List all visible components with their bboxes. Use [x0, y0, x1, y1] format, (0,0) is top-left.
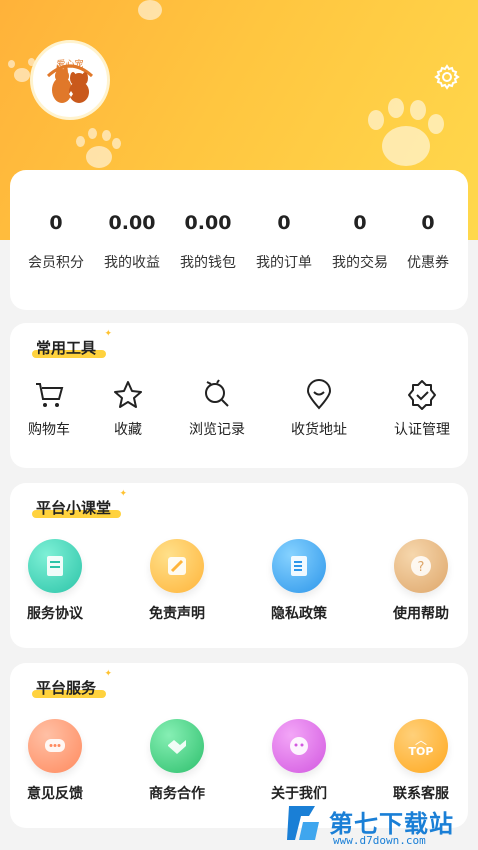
chevron-up-icon: ︿	[414, 732, 427, 747]
sparkle-icon: ✦	[104, 329, 113, 339]
tool-favorites[interactable]: 收藏	[83, 379, 173, 439]
tile-disclaimer[interactable]: 免责声明	[132, 539, 222, 623]
tool-label: 购物车	[28, 422, 70, 438]
top-button[interactable]: ︿ TOP	[394, 719, 448, 773]
stat-label: 优惠券	[407, 255, 449, 271]
privacy-icon	[272, 539, 326, 593]
tile-label: 服务协议	[27, 606, 83, 622]
help-icon: ?	[394, 539, 448, 593]
tile-label: 商务合作	[149, 786, 205, 802]
gear-icon[interactable]	[434, 64, 460, 90]
tile-feedback[interactable]: 意见反馈	[10, 719, 100, 803]
support-icon: ︿ TOP	[394, 719, 448, 773]
stat-label: 我的交易	[332, 255, 388, 271]
about-icon	[272, 719, 326, 773]
sparkle-icon: ✦	[119, 489, 128, 499]
site-watermark: 第七下载站 www.d7down.com	[285, 800, 478, 850]
stat-label: 我的订单	[256, 255, 312, 271]
stat-value: 0.00	[108, 212, 156, 234]
location-icon	[306, 379, 332, 410]
stat-my-orders[interactable]: 0 我的订单	[246, 170, 322, 280]
sparkle-icon: ✦	[104, 669, 113, 679]
top-button-label: TOP	[408, 744, 434, 758]
cart-icon	[36, 383, 64, 407]
stat-value: 0.00	[184, 212, 232, 234]
classroom-card: 平台小课堂 ✦ 服务协议 免责声明 隐私政策 ? 使用帮助	[10, 483, 468, 648]
tile-help[interactable]: ? 使用帮助	[376, 539, 466, 623]
stat-label: 会员积分	[28, 255, 84, 271]
tool-label: 认证管理	[394, 422, 450, 438]
paw-decoration-icon	[128, 0, 174, 24]
tool-label: 浏览记录	[189, 422, 245, 438]
stat-my-earnings[interactable]: 0.00 我的收益	[94, 170, 170, 280]
tool-history[interactable]: 浏览记录	[172, 379, 262, 439]
watermark-url: www.d7down.com	[333, 834, 426, 847]
avatar-brand-text: 爱心宠	[56, 60, 84, 70]
tile-about-us[interactable]: 关于我们	[254, 719, 344, 803]
feedback-icon	[28, 719, 82, 773]
tool-label: 收藏	[114, 422, 142, 438]
star-icon	[114, 381, 142, 408]
tool-verification[interactable]: 认证管理	[377, 379, 467, 439]
avatar[interactable]: 爱心宠	[30, 40, 110, 120]
tile-label: 免责声明	[149, 606, 205, 622]
tool-cart[interactable]: 购物车	[4, 379, 94, 439]
document-icon	[28, 539, 82, 593]
stat-value: 0	[49, 212, 63, 234]
badge-check-icon	[408, 380, 436, 410]
tile-label: 意见反馈	[27, 786, 83, 802]
tools-card: 常用工具 ✦ 购物车 收藏 浏览记录 收货地址 认证管理	[10, 323, 468, 468]
stat-value: 0	[421, 212, 435, 234]
stats-card: 0 会员积分 0.00 我的收益 0.00 我的钱包 0 我的订单 0 我的交易…	[10, 170, 468, 310]
tile-label: 隐私政策	[271, 606, 327, 622]
stat-my-wallet[interactable]: 0.00 我的钱包	[170, 170, 246, 280]
stat-label: 我的收益	[104, 255, 160, 271]
tile-business[interactable]: 商务合作	[132, 719, 222, 803]
stat-coupons[interactable]: 0 优惠券	[390, 170, 466, 280]
footprint-icon	[205, 379, 229, 407]
stat-my-trades[interactable]: 0 我的交易	[322, 170, 398, 280]
tile-customer-service[interactable]: ︿ TOP 联系客服	[376, 719, 466, 803]
section-title-tools: 常用工具 ✦	[26, 329, 112, 358]
paw-decoration-icon	[360, 96, 450, 176]
disclaimer-icon	[150, 539, 204, 593]
tile-label: 使用帮助	[393, 606, 449, 622]
tile-privacy-policy[interactable]: 隐私政策	[254, 539, 344, 623]
watermark-logo-icon	[287, 806, 319, 840]
tool-label: 收货地址	[291, 422, 347, 438]
section-title-services: 平台服务 ✦	[26, 669, 112, 698]
handshake-icon	[150, 719, 204, 773]
stat-value: 0	[277, 212, 291, 234]
stat-label: 我的钱包	[180, 255, 236, 271]
stat-value: 0	[353, 212, 367, 234]
svg-text:?: ?	[418, 560, 425, 575]
tool-address[interactable]: 收货地址	[274, 379, 364, 439]
stat-member-points[interactable]: 0 会员积分	[18, 170, 94, 280]
paw-decoration-icon	[74, 128, 124, 172]
section-title-classroom: 平台小课堂 ✦	[26, 489, 127, 518]
tile-service-agreement[interactable]: 服务协议	[10, 539, 100, 623]
